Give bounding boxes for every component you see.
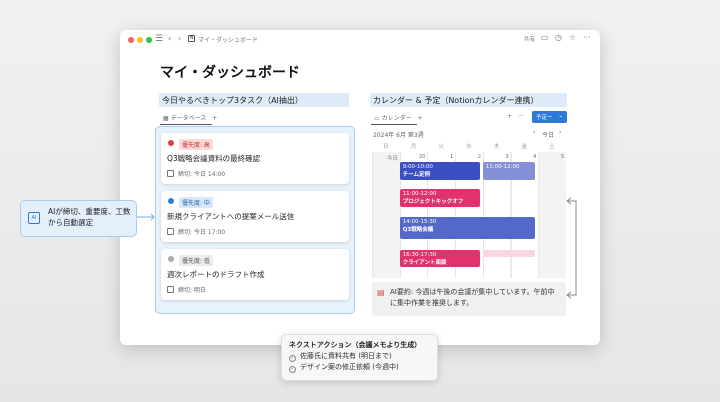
weekday-label: 月 xyxy=(410,144,417,150)
back-icon[interactable]: ‹ xyxy=(168,34,171,43)
event-title: Q3戦略会議 xyxy=(402,226,434,233)
notion-logo-icon: N xyxy=(188,35,195,42)
task-due: 締切: 明日 xyxy=(167,285,206,294)
ai-chip-icon: AI xyxy=(28,212,40,224)
date-label: 20 xyxy=(418,154,426,160)
ai-callout: AI AIが締切、重要度、工数から自動選定 xyxy=(20,200,137,237)
medium-priority-icon xyxy=(168,198,174,204)
close-window-button[interactable] xyxy=(128,37,134,43)
tab-calendar[interactable]: ▭ カレンダー + xyxy=(374,113,423,122)
weekday-label: 火 xyxy=(438,144,444,150)
calendar-event[interactable]: 11:00-12:00 xyxy=(482,162,536,180)
share-button[interactable]: 共有 xyxy=(524,35,535,43)
ai-summary: ▤ AI要約: 今週は午後の会議が集中しています。午前中に集中作業を推奨します。 xyxy=(372,282,566,316)
high-priority-icon xyxy=(168,140,174,146)
date-label: 今日 xyxy=(386,156,398,162)
calendar-icon: ▤ xyxy=(377,288,385,297)
callout-arrow xyxy=(137,213,155,221)
weekday-label: 土 xyxy=(549,144,555,150)
action-item[interactable]: ✓ デザイン案の修正依頼 (今週中) xyxy=(289,362,430,374)
event-title: プロジェクトキックオフ xyxy=(402,198,464,205)
more-icon[interactable]: ··· xyxy=(583,33,591,42)
checkbox[interactable] xyxy=(167,286,174,293)
next-actions-popup: ネクストアクション（会議メモより生成） ✓ 佐藤氏に資料共有 (明日まで) ✓ デザ… xyxy=(281,334,438,381)
chevron-down-icon: ⌄ xyxy=(558,113,563,119)
calendar-event[interactable]: 16:30-17:30 クライアント面談 xyxy=(399,250,480,267)
add-view-button[interactable]: + xyxy=(212,115,217,122)
minimize-window-button[interactable] xyxy=(137,37,143,43)
prev-week-button[interactable]: ‹ xyxy=(533,129,535,136)
next-actions-title: ネクストアクション（会議メモより生成） xyxy=(289,341,422,349)
connector-arrow xyxy=(566,197,577,299)
checkbox[interactable] xyxy=(167,228,174,235)
check-circle-icon: ✓ xyxy=(289,366,296,374)
star-icon[interactable]: ☆ xyxy=(569,33,576,42)
priority-badge: 優先度: 高 xyxy=(179,139,213,150)
maximize-window-button[interactable] xyxy=(146,37,152,43)
clock-icon[interactable]: ◷ xyxy=(555,33,562,42)
tasks-heading: 今日やるべきトップ3タスク（AI抽出） xyxy=(159,93,349,107)
date-label: 3 xyxy=(505,154,509,160)
more-button[interactable]: ··· xyxy=(518,113,524,120)
task-card[interactable]: 優先度: 中 新規クライアントへの提案メール送信 締切: 今日 17:00 xyxy=(161,191,349,242)
priority-badge: 優先度: 中 xyxy=(179,197,213,208)
breadcrumb[interactable]: マイ・ダッシュボード xyxy=(198,35,258,44)
calendar-event[interactable]: 9:00-10:00 チーム定例 xyxy=(399,162,480,180)
event-time: 16:30-17:30 xyxy=(402,252,437,258)
task-due: 締切: 今日 14:00 xyxy=(167,169,225,178)
next-week-button[interactable]: › xyxy=(559,129,561,136)
date-label: 4 xyxy=(533,154,537,160)
weekday-label: 水 xyxy=(466,144,472,150)
date-label: 1 xyxy=(449,154,454,160)
calendar-grid: 今日 20 1 2 3 4 5 9:00-10:00 チーム定例 11:00-12:00 11:00… xyxy=(372,152,566,278)
weekday-label: 木 xyxy=(493,144,500,150)
date-label: 2 xyxy=(477,154,482,160)
task-card[interactable]: 優先度: 高 Q3戦略会議資料の最終確認 締切: 今日 14:00 xyxy=(161,133,349,184)
task-title: Q3戦略会議資料の最終確認 xyxy=(167,154,261,163)
add-button[interactable]: + xyxy=(507,113,512,120)
add-view-button[interactable]: + xyxy=(418,115,423,122)
page-title: マイ・ダッシュボード xyxy=(160,65,300,81)
weekday-label: 金 xyxy=(521,144,528,150)
task-card[interactable]: 優先度: 低 週次レポートのドラフト作成 締切: 明日 xyxy=(161,249,349,300)
new-event-button[interactable]: 予定ー ⌄ xyxy=(532,111,567,123)
calendar-heading: カレンダー & 予定（Notionカレンダー連携） xyxy=(370,93,567,107)
weekday-label: 日 xyxy=(383,144,389,150)
event-time: 11:00-12:00 xyxy=(402,191,437,197)
today-button[interactable]: 今日 xyxy=(542,130,554,139)
event-placeholder xyxy=(482,250,536,257)
event-time: 9:00-10:00 xyxy=(402,164,433,170)
day-column[interactable]: 今日 xyxy=(372,152,400,278)
app-window: ☰ ‹ › N マイ・ダッシュボード 共有 ▭ ◷ ☆ ··· マイ・ダッシュボ… xyxy=(120,30,600,345)
task-title: 週次レポートのドラフト作成 xyxy=(167,270,265,279)
check-circle-icon: ✓ xyxy=(289,355,296,363)
tasks-panel: 優先度: 高 Q3戦略会議資料の最終確認 締切: 今日 14:00 優先度: 中… xyxy=(155,126,355,314)
low-priority-icon xyxy=(168,256,174,262)
event-time: 11:00-12:00 xyxy=(485,164,520,170)
comment-icon[interactable]: ▭ xyxy=(541,33,549,42)
event-title: クライアント面談 xyxy=(402,259,447,266)
event-time: 14:00-15:30 xyxy=(402,219,437,225)
table-icon: ▦ xyxy=(163,115,171,122)
task-due: 締切: 今日 17:00 xyxy=(167,227,225,236)
priority-badge: 優先度: 低 xyxy=(179,255,213,266)
menu-icon[interactable]: ☰ xyxy=(155,34,163,44)
date-label: 5 xyxy=(560,154,565,160)
calendar-event[interactable]: 14:00-15:30 Q3戦略会議 xyxy=(399,217,536,239)
week-label: 2024年 6月 第3週 xyxy=(373,132,424,139)
task-title: 新規クライアントへの提案メール送信 xyxy=(167,212,295,221)
action-item[interactable]: ✓ 佐藤氏に資料共有 (明日まで) xyxy=(289,351,430,363)
event-title: チーム定例 xyxy=(402,171,431,178)
checkbox[interactable] xyxy=(167,170,174,177)
forward-icon[interactable]: › xyxy=(178,34,181,43)
calendar-event[interactable]: 11:00-12:00 プロジェクトキックオフ xyxy=(399,189,480,207)
tab-database[interactable]: ▦ データベース + xyxy=(163,113,217,122)
calendar-icon: ▭ xyxy=(374,115,382,122)
